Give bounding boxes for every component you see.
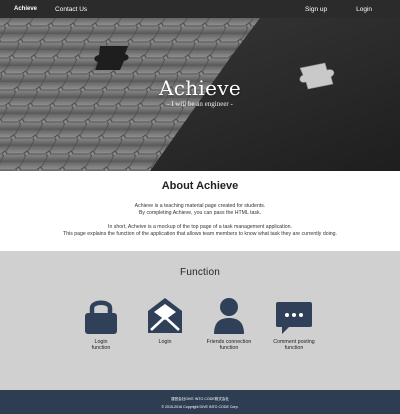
about-title: About Achieve [161,180,239,192]
hero-subtitle: - I will be an engineer - [167,100,233,108]
footer-company: 運営会社DIVE INTO CODE株式会社 [170,397,230,401]
about-line: By completing Achieve, you can pass the … [138,209,262,216]
comment-icon [276,302,312,334]
nav-right: Sign up Login [305,6,372,13]
feature-list: Login function Login Friends connection … [0,297,400,357]
feature-label: Comment posting [273,339,315,345]
feature-label: function [91,345,111,352]
about-paragraph-1: Achieve is a teaching material page crea… [0,203,400,216]
signup-link[interactable]: Sign up [305,6,327,13]
feature-label: Login [158,339,172,345]
navbar: Achieve Contact Us Sign up Login [0,0,400,18]
about-paragraph-2: In short, Acheive is a mockup of the top… [0,224,400,237]
lock-icon [85,300,117,334]
feature-login-function: Login function [71,297,131,352]
function-title: Function [180,267,220,278]
feature-label: Login [94,339,108,345]
feature-label: Friends connection [206,339,252,345]
function-section: Function Login function Login Friends co… [0,251,400,390]
about-line: In short, Acheive is a mockup of the top… [108,224,292,231]
hero-title: Achieve [159,76,241,100]
footer: 運営会社DIVE INTO CODE株式会社 © 2015-2016 Copyr… [0,390,400,414]
about-section: About Achieve Achieve is a teaching mate… [0,171,400,251]
about-line: Achieve is a teaching material page crea… [134,203,266,209]
brand-link[interactable]: Achieve [14,6,37,12]
user-icon [214,298,244,334]
hero-banner: Achieve - I will be an engineer - [0,18,400,171]
feature-label: function [219,345,239,352]
feature-comment-posting: Comment posting function [264,297,324,352]
feature-login: Login [135,297,195,345]
envelope-icon [148,298,182,333]
contact-us-link[interactable]: Contact Us [55,6,87,13]
footer-copyright: © 2015-2016 Copyright DIVE INTO CODE Cor… [161,405,239,409]
feature-label: function [284,345,304,352]
login-link[interactable]: Login [356,6,372,13]
about-line: This page explains the function of the a… [63,230,337,237]
feature-friends-connection: Friends connection function [199,297,259,352]
